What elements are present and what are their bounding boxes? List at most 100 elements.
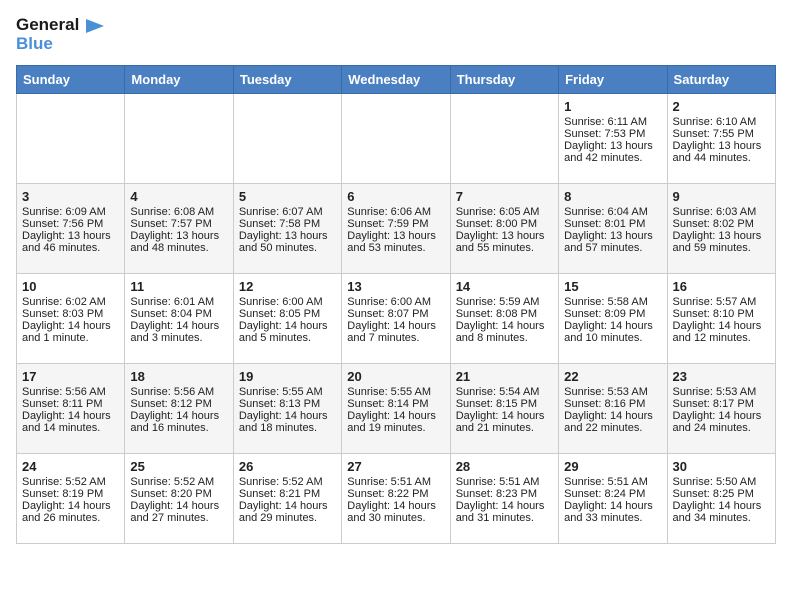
day-info: Sunrise: 6:09 AM <box>22 206 119 218</box>
day-of-week-header: Sunday <box>17 66 125 94</box>
day-info: Sunrise: 5:58 AM <box>564 296 661 308</box>
calendar-cell: 15Sunrise: 5:58 AMSunset: 8:09 PMDayligh… <box>559 274 667 364</box>
day-info: Sunset: 8:11 PM <box>22 398 119 410</box>
day-info: Daylight: 13 hours <box>673 230 770 242</box>
day-number: 29 <box>564 459 661 474</box>
day-info: Sunset: 7:58 PM <box>239 218 336 230</box>
calendar-cell: 12Sunrise: 6:00 AMSunset: 8:05 PMDayligh… <box>233 274 341 364</box>
day-number: 17 <box>22 369 119 384</box>
day-info: Daylight: 14 hours <box>239 410 336 422</box>
day-info: Daylight: 14 hours <box>564 500 661 512</box>
day-info: Sunset: 8:10 PM <box>673 308 770 320</box>
day-number: 9 <box>673 189 770 204</box>
day-info: and 31 minutes. <box>456 512 553 524</box>
day-info: Sunset: 8:00 PM <box>456 218 553 230</box>
calendar-week-row: 3Sunrise: 6:09 AMSunset: 7:56 PMDaylight… <box>17 184 776 274</box>
day-info: Sunrise: 5:51 AM <box>347 476 444 488</box>
day-info: Sunset: 8:19 PM <box>22 488 119 500</box>
day-info: Sunset: 8:16 PM <box>564 398 661 410</box>
day-info: Sunset: 8:14 PM <box>347 398 444 410</box>
day-info: Sunrise: 6:00 AM <box>239 296 336 308</box>
calendar-cell: 18Sunrise: 5:56 AMSunset: 8:12 PMDayligh… <box>125 364 233 454</box>
day-number: 13 <box>347 279 444 294</box>
day-number: 20 <box>347 369 444 384</box>
day-info: Sunrise: 5:52 AM <box>130 476 227 488</box>
day-number: 3 <box>22 189 119 204</box>
day-info: and 30 minutes. <box>347 512 444 524</box>
calendar-cell: 19Sunrise: 5:55 AMSunset: 8:13 PMDayligh… <box>233 364 341 454</box>
day-info: Sunset: 8:21 PM <box>239 488 336 500</box>
day-number: 8 <box>564 189 661 204</box>
day-info: Sunrise: 5:53 AM <box>673 386 770 398</box>
page-header: General Blue <box>16 16 776 53</box>
day-info: and 48 minutes. <box>130 242 227 254</box>
day-number: 30 <box>673 459 770 474</box>
day-info: Daylight: 14 hours <box>456 500 553 512</box>
calendar-week-row: 17 Sunrise: 5:56 AMSunset: 8:11 PM Dayligh… <box>17 364 776 454</box>
day-of-week-header: Tuesday <box>233 66 341 94</box>
day-info: and 44 minutes. <box>673 152 770 164</box>
day-number: 23 <box>673 369 770 384</box>
day-number: 28 <box>456 459 553 474</box>
day-info: Sunrise: 5:59 AM <box>456 296 553 308</box>
calendar-cell: 8Sunrise: 6:04 AMSunset: 8:01 PMDaylight… <box>559 184 667 274</box>
day-info: Daylight: 14 hours <box>347 500 444 512</box>
day-info: and 57 minutes. <box>564 242 661 254</box>
day-info: Sunrise: 5:55 AM <box>347 386 444 398</box>
day-info: Daylight: 13 hours <box>673 140 770 152</box>
calendar-cell: 11Sunrise: 6:01 AMSunset: 8:04 PMDayligh… <box>125 274 233 364</box>
day-info: Sunset: 7:59 PM <box>347 218 444 230</box>
day-info: Sunrise: 5:51 AM <box>456 476 553 488</box>
day-info: and 10 minutes. <box>564 332 661 344</box>
day-info: and 5 minutes. <box>239 332 336 344</box>
day-info: Sunrise: 5:53 AM <box>564 386 661 398</box>
day-info: Sunrise: 6:10 AM <box>673 116 770 128</box>
day-info: Sunset: 8:03 PM <box>22 308 119 320</box>
day-info: Daylight: 14 hours <box>673 410 770 422</box>
calendar-header: SundayMondayTuesdayWednesdayThursdayFrid… <box>17 66 776 94</box>
day-info: and 29 minutes. <box>239 512 336 524</box>
day-info: Sunrise: 5:55 AM <box>239 386 336 398</box>
day-of-week-header: Monday <box>125 66 233 94</box>
day-info: and 42 minutes. <box>564 152 661 164</box>
calendar-cell: 3Sunrise: 6:09 AMSunset: 7:56 PMDaylight… <box>17 184 125 274</box>
calendar-cell <box>342 94 450 184</box>
day-number: 14 <box>456 279 553 294</box>
calendar-cell: 7Sunrise: 6:05 AMSunset: 8:00 PMDaylight… <box>450 184 558 274</box>
day-info: and 22 minutes. <box>564 422 661 434</box>
day-info: Daylight: 14 hours <box>239 320 336 332</box>
calendar-cell <box>233 94 341 184</box>
calendar-cell: 13Sunrise: 6:00 AMSunset: 8:07 PMDayligh… <box>342 274 450 364</box>
day-info: Sunset: 8:20 PM <box>130 488 227 500</box>
day-number: 24 <box>22 459 119 474</box>
calendar-cell: 5Sunrise: 6:07 AMSunset: 7:58 PMDaylight… <box>233 184 341 274</box>
calendar-week-row: 24 Sunrise: 5:52 AM Sunset: 8:19 PM Dayligh… <box>17 454 776 544</box>
calendar-cell: 16Sunrise: 5:57 AMSunset: 8:10 PMDayligh… <box>667 274 775 364</box>
day-info: Sunrise: 5:56 AM <box>22 386 119 398</box>
calendar-cell <box>450 94 558 184</box>
calendar-cell: 22Sunrise: 5:53 AMSunset: 8:16 PMDayligh… <box>559 364 667 454</box>
calendar-cell: 21Sunrise: 5:54 AMSunset: 8:15 PMDayligh… <box>450 364 558 454</box>
day-info: Daylight: 13 hours <box>239 230 336 242</box>
calendar-cell <box>17 94 125 184</box>
day-info: Sunrise: 6:05 AM <box>456 206 553 218</box>
calendar-cell <box>125 94 233 184</box>
day-number: 27 <box>347 459 444 474</box>
calendar-table: SundayMondayTuesdayWednesdayThursdayFrid… <box>16 65 776 544</box>
day-info: Daylight: 14 hours <box>347 320 444 332</box>
calendar-week-row: 10Sunrise: 6:02 AMSunset: 8:03 PMDayligh… <box>17 274 776 364</box>
day-number: 15 <box>564 279 661 294</box>
day-number: 21 <box>456 369 553 384</box>
day-info: Daylight: 14 hours <box>130 500 227 512</box>
day-number: 7 <box>456 189 553 204</box>
day-info: Sunset: 7:53 PM <box>564 128 661 140</box>
day-info: and 55 minutes. <box>456 242 553 254</box>
day-info: Daylight: 14 hours <box>130 410 227 422</box>
day-info: and 19 minutes. <box>347 422 444 434</box>
day-info: and 18 minutes. <box>239 422 336 434</box>
calendar-cell: 1Sunrise: 6:11 AMSunset: 7:53 PMDaylight… <box>559 94 667 184</box>
day-info: Sunset: 8:01 PM <box>564 218 661 230</box>
calendar-week-row: 1Sunrise: 6:11 AMSunset: 7:53 PMDaylight… <box>17 94 776 184</box>
day-number: 2 <box>673 99 770 114</box>
day-info: Sunrise: 6:07 AM <box>239 206 336 218</box>
